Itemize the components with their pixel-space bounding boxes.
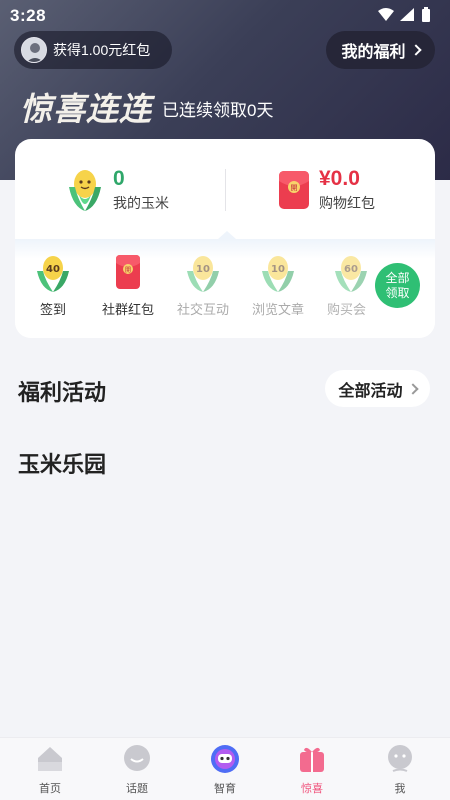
reward-text: 获得1.00元红包 [53,42,151,58]
svg-text:60: 60 [344,264,358,275]
claim-all-line1: 全部 [385,270,410,285]
svg-text:10: 10 [271,264,285,275]
chevron-right-icon [406,382,419,395]
chevron-right-icon [409,44,422,56]
section-welfare-activities: 福利活动 [18,380,107,405]
strip-notch [218,231,236,239]
tab-education[interactable]: 智育 [190,744,260,796]
reward-pill[interactable]: 获得1.00元红包 [14,31,172,69]
face-icon [388,745,412,772]
tab-topics[interactable]: 话题 [102,744,172,796]
task-social[interactable]: 10 社交互动 [173,253,233,318]
corn-icon: 10 [262,256,294,292]
tab-me[interactable]: 我 [365,744,435,796]
tab-label: 智育 [214,783,236,795]
claim-all-line2: 领取 [385,285,410,300]
corn-label: 我的玉米 [113,194,169,211]
claim-all-button[interactable]: 全部 领取 [375,263,420,308]
corn-stat[interactable]: 0 我的玉米 [65,165,169,215]
task-label: 社群红包 [101,302,154,317]
task-purchase[interactable]: 60 购买会 [323,253,367,318]
tab-label: 话题 [126,783,148,795]
red-packet-icon: 開 [279,171,309,209]
svg-text:40: 40 [46,264,60,275]
rewards-card: 0 我的玉米 開 ¥0.0 购物红包 40 签到 開 社群红包 10 社交互动 … [15,139,435,338]
tab-label: 首页 [39,783,61,795]
corn-value: 0 [113,166,125,190]
battery-icon [422,9,430,22]
task-label: 签到 [39,302,66,317]
all-activities-button[interactable]: 全部活动 [325,370,430,407]
streak-text: 已连续领取0天 [162,101,274,120]
redpacket-stat[interactable]: 開 ¥0.0 购物红包 [277,165,375,215]
svg-text:10: 10 [196,264,210,275]
corn-icon: 60 [335,256,367,292]
stat-divider [225,169,226,211]
task-label: 社交互动 [176,302,229,317]
svg-text:開: 開 [291,184,298,192]
bottom-tabbar: 首页 话题 智育 惊喜 我 [0,737,450,800]
gift-icon [300,747,324,772]
home-icon [38,747,62,771]
status-bar: 3:28 [0,0,450,30]
tab-surprise[interactable]: 惊喜 [277,744,347,796]
chat-bubble-icon [124,745,150,771]
status-time: 3:28 [10,6,47,25]
redpacket-label: 购物红包 [319,194,375,211]
task-label: 浏览文章 [251,302,304,317]
red-packet-icon: 開 [116,255,140,289]
corn-icon: 40 [37,256,69,292]
task-label: 购买会 [327,302,367,317]
task-checkin[interactable]: 40 签到 [23,253,83,318]
task-browse[interactable]: 10 浏览文章 [248,253,308,318]
tab-label: 我 [394,783,406,795]
redpacket-value: ¥0.0 [319,166,360,190]
robot-icon [211,745,239,773]
my-welfare-label: 我的福利 [341,44,406,61]
tab-home[interactable]: 首页 [15,744,85,796]
corn-icon: 10 [187,256,219,292]
wifi-icon [378,8,394,21]
task-group-redpacket[interactable]: 開 社群红包 [98,253,158,318]
all-activities-label: 全部活动 [338,382,403,400]
my-welfare-button[interactable]: 我的福利 [326,31,435,69]
section-corn-park: 玉米乐园 [18,452,107,477]
svg-text:開: 開 [125,267,131,274]
page-title: 惊喜连连 [20,91,153,127]
status-icons [378,7,430,22]
tab-label: 惊喜 [301,783,323,795]
signal-icon [400,8,414,21]
corn-icon [69,170,101,211]
avatar [21,37,47,63]
